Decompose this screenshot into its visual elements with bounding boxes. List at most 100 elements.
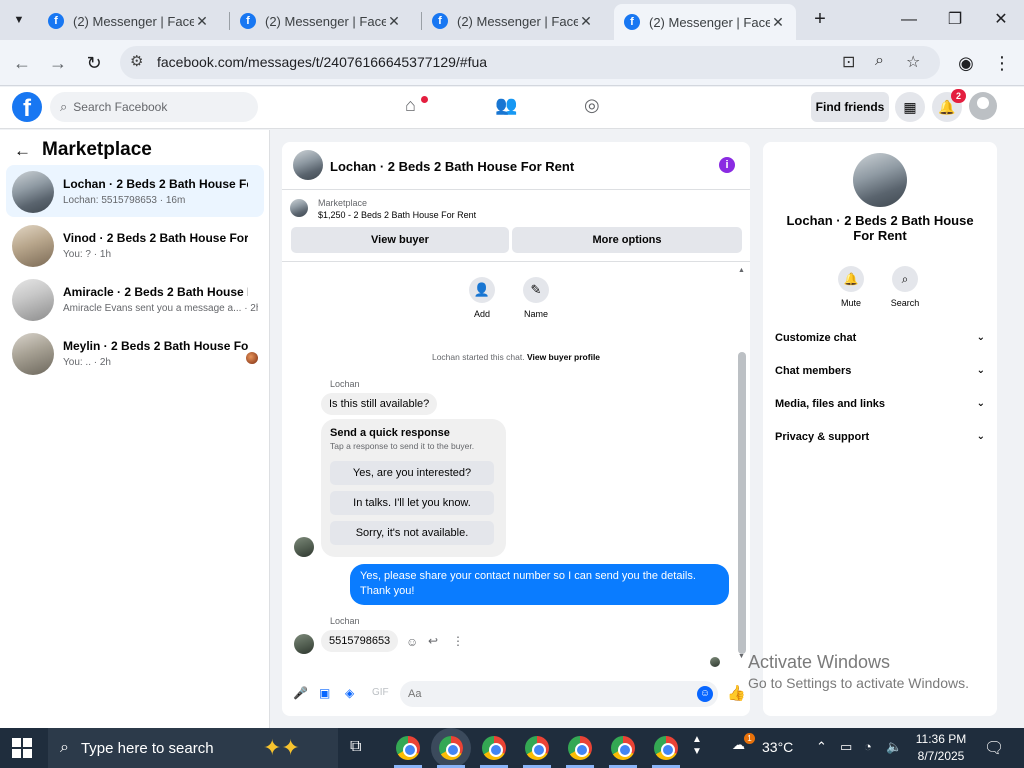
section-media-files-links[interactable]: Media, files and links ⌄ <box>775 393 985 415</box>
chrome-icon[interactable] <box>611 736 635 760</box>
add-action[interactable]: 👤 Add <box>462 277 502 319</box>
wifi-icon[interactable]: ◔ <box>864 739 872 754</box>
scroll-down-icon[interactable]: ▼ <box>738 653 745 660</box>
quick-response-option[interactable]: Sorry, it's not available. <box>330 521 494 545</box>
new-tab-plus-icon[interactable]: + <box>808 8 832 32</box>
browser-tab[interactable]: f (2) Messenger | Facebook ✕ <box>38 5 220 37</box>
info-icon[interactable]: i <box>719 157 735 173</box>
home-notification-dot <box>421 96 428 103</box>
task-view-icon[interactable]: ⧉ <box>350 738 361 756</box>
facebook-search[interactable]: ⌕ Search Facebook <box>50 92 258 122</box>
browser-tab[interactable]: f (2) Messenger | Facebook ✕ <box>230 5 412 37</box>
search-action[interactable]: ⌕ Search <box>885 266 925 308</box>
sparkle-decoration-icon[interactable]: ✦✦ <box>263 735 300 761</box>
chrome-icon[interactable] <box>568 736 592 760</box>
chevron-up-icon[interactable]: ⌃ <box>816 739 827 755</box>
chrome-icon[interactable] <box>396 736 420 760</box>
conversation-info-panel: Lochan · 2 Beds 2 Bath House For Rent 🔔 … <box>763 142 997 716</box>
chrome-icon[interactable] <box>654 736 678 760</box>
listing-thumbnail <box>290 199 308 217</box>
chat-title[interactable]: Lochan · 2 Beds 2 Bath House For Rent <box>330 159 574 174</box>
gif-icon[interactable]: GIF <box>372 687 389 698</box>
section-privacy-support[interactable]: Privacy & support ⌄ <box>775 426 985 448</box>
account-avatar[interactable] <box>969 92 997 120</box>
facebook-logo-icon[interactable]: f <box>12 92 42 122</box>
like-icon[interactable]: 👍 <box>727 684 746 702</box>
mute-action[interactable]: 🔔 Mute <box>831 266 871 308</box>
chrome-icon[interactable] <box>439 736 463 760</box>
site-info-icon[interactable]: ⚙ <box>130 52 143 70</box>
tab-close-icon[interactable]: ✕ <box>386 13 402 30</box>
weather-temperature[interactable]: 33°C <box>762 739 793 755</box>
restore-icon[interactable]: ❐ <box>932 6 978 34</box>
sticker-icon[interactable]: ◈ <box>345 686 354 700</box>
install-app-icon[interactable]: ⊡ <box>842 52 855 72</box>
menu-grid-icon[interactable]: ▦ <box>895 92 925 122</box>
taskbar-clock[interactable]: 11:36 PM 8/7/2025 <box>912 731 970 765</box>
message-input[interactable] <box>400 681 718 707</box>
volume-muted-icon[interactable]: 🔈 <box>886 739 902 755</box>
scroll-thumb[interactable] <box>738 352 746 654</box>
action-label: Mute <box>840 298 861 308</box>
notification-center-icon[interactable]: 🗨 <box>984 738 1004 758</box>
more-options-button[interactable]: More options <box>512 227 742 253</box>
chrome-icon[interactable] <box>525 736 549 760</box>
quick-response-option[interactable]: In talks. I'll let you know. <box>330 491 494 515</box>
conversation-item[interactable]: Vinod · 2 Beds 2 Bath House For Rent You… <box>6 219 264 271</box>
find-friends-button[interactable]: Find friends <box>811 92 889 122</box>
friends-icon[interactable]: 👥 <box>495 95 517 116</box>
tab-search-chevron-icon[interactable]: ▼ <box>6 8 32 32</box>
chevron-down-icon: ⌄ <box>976 365 985 376</box>
reply-icon[interactable]: ↩ <box>428 634 438 648</box>
view-buyer-button[interactable]: View buyer <box>291 227 509 253</box>
chat-header: Lochan · 2 Beds 2 Bath House For Rent i <box>282 142 750 190</box>
conversation-item[interactable]: Amiracle · 2 Beds 2 Bath House For Rent … <box>6 273 264 325</box>
conversation-item[interactable]: Meylin · 2 Beds 2 Bath House For Rent Yo… <box>6 327 264 379</box>
conversation-avatar <box>12 333 54 375</box>
quick-response-option[interactable]: Yes, are you interested? <box>330 461 494 485</box>
tab-close-icon[interactable]: ✕ <box>194 13 210 30</box>
weather-icon[interactable]: ☁ <box>732 737 745 753</box>
view-buyer-profile-link[interactable]: View buyer profile <box>527 352 600 362</box>
section-customize-chat[interactable]: Customize chat ⌄ <box>775 327 985 349</box>
back-icon[interactable]: ← <box>9 50 35 76</box>
tab-close-icon[interactable]: ✕ <box>770 14 786 31</box>
search-icon: ⌕ <box>60 99 68 114</box>
back-arrow-icon[interactable]: ← <box>14 141 31 161</box>
microphone-icon[interactable]: 🎤 <box>293 686 308 700</box>
groups-icon[interactable]: ◎ <box>584 95 600 116</box>
zoom-icon[interactable]: ⌕ <box>875 52 884 70</box>
profile-icon[interactable]: ◉ <box>953 50 979 76</box>
url-text[interactable]: facebook.com/messages/t/2407616664537712… <box>157 54 487 70</box>
address-bar[interactable]: ⚙ facebook.com/messages/t/24076166645377… <box>120 46 940 79</box>
chat-avatar[interactable] <box>293 150 323 180</box>
listing-price: $1,250 - 2 Beds 2 Bath House For Rent <box>318 210 477 220</box>
home-icon[interactable]: ⌂ <box>405 95 416 116</box>
seen-avatar-icon <box>246 352 258 364</box>
reload-icon[interactable]: ↻ <box>81 50 107 76</box>
conversation-item[interactable]: Lochan · 2 Beds 2 Bath House For Rent Lo… <box>6 165 264 217</box>
scroll-up-icon[interactable]: ▲ <box>738 267 745 274</box>
browser-tab[interactable]: f (2) Messenger | Facebook ✕ <box>422 5 604 37</box>
windows-start-icon[interactable] <box>12 738 32 758</box>
more-icon[interactable]: ⋮ <box>452 634 464 648</box>
photo-icon[interactable]: ▣ <box>319 686 330 700</box>
emoji-icon[interactable]: ☺ <box>697 686 713 702</box>
bookmark-star-icon[interactable]: ☆ <box>906 52 920 72</box>
listing-source: Marketplace <box>318 198 368 208</box>
name-action[interactable]: ✎ Name <box>516 277 556 319</box>
browser-tab-active[interactable]: f (2) Messenger | Facebook ✕ <box>614 4 796 40</box>
sender-name: Lochan <box>330 616 360 626</box>
react-emoji-icon[interactable]: ☺ <box>406 635 418 649</box>
tab-close-icon[interactable]: ✕ <box>578 13 594 30</box>
contact-avatar[interactable] <box>853 153 907 207</box>
chrome-icon[interactable] <box>482 736 506 760</box>
minimize-icon[interactable]: — <box>886 6 932 34</box>
tray-scroll-icon[interactable]: ▲ ▼ <box>692 734 702 758</box>
window-close-icon[interactable]: ✕ <box>978 6 1024 34</box>
chat-scrollbar[interactable]: ▲ ▼ <box>737 267 747 660</box>
browser-menu-icon[interactable]: ⋮ <box>989 50 1015 76</box>
section-chat-members[interactable]: Chat members ⌄ <box>775 360 985 382</box>
device-icon[interactable]: ▭ <box>840 739 852 755</box>
forward-icon[interactable]: → <box>45 50 71 76</box>
